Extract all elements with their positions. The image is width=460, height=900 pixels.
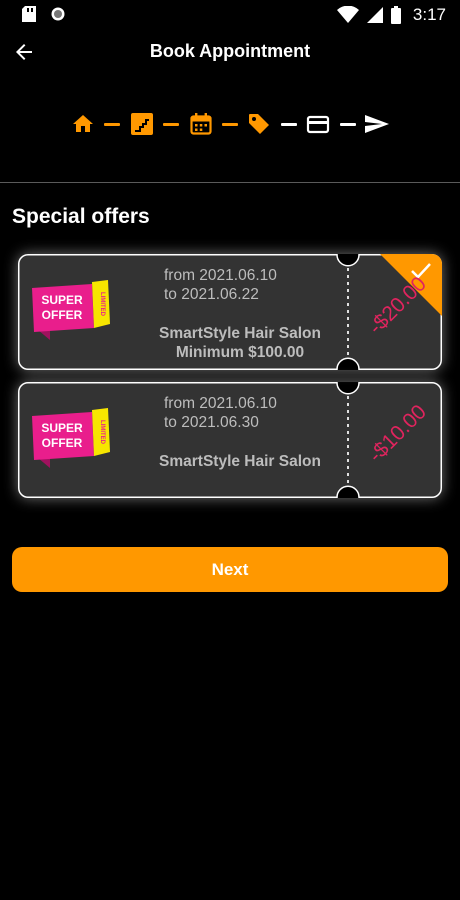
signal-icon <box>366 7 383 23</box>
offer-card[interactable]: SUPER OFFER LIMITED from 2021.06.10 to 2… <box>18 382 442 498</box>
offer-minimum: Minimum $100.00 <box>175 344 305 361</box>
offer-details: SmartStyle Hair Salon <box>126 452 354 471</box>
offer-to-date: to 2021.06.22 <box>164 286 259 303</box>
offer-details: SmartStyle Hair Salon Minimum $100.00 <box>126 324 354 362</box>
offer-to-date: to 2021.06.30 <box>164 414 259 431</box>
status-bar: 3:17 <box>0 0 460 30</box>
offer-dates: from 2021.06.10 to 2021.06.30 <box>164 394 277 432</box>
svg-text:SUPER: SUPER <box>41 421 83 435</box>
header-divider <box>0 182 460 183</box>
sd-card-icon <box>22 6 36 22</box>
offer-salon-name: SmartStyle Hair Salon <box>159 325 321 342</box>
wifi-icon <box>336 6 359 23</box>
svg-text:LIMITED: LIMITED <box>99 292 105 317</box>
home-icon[interactable] <box>71 112 95 136</box>
super-offer-badge: SUPER OFFER LIMITED <box>32 280 110 340</box>
step-connector <box>281 123 297 126</box>
step-connector <box>222 123 238 126</box>
svg-text:OFFER: OFFER <box>42 308 83 322</box>
step-connector <box>163 123 179 126</box>
status-time: 3:17 <box>412 5 446 24</box>
battery-icon <box>390 6 401 24</box>
credit-card-icon[interactable] <box>306 112 330 136</box>
stairs-icon[interactable] <box>130 112 154 136</box>
svg-text:LIMITED: LIMITED <box>99 420 105 445</box>
next-button[interactable]: Next <box>12 547 448 592</box>
offer-from-date: from 2021.06.10 <box>164 267 277 284</box>
svg-text:OFFER: OFFER <box>42 436 83 450</box>
step-connector <box>340 123 356 126</box>
super-offer-badge: SUPER OFFER LIMITED <box>32 408 110 468</box>
app-bar: Book Appointment <box>0 30 460 74</box>
tag-icon[interactable] <box>247 112 271 136</box>
page-title: Book Appointment <box>149 41 311 61</box>
calendar-icon[interactable] <box>189 112 213 136</box>
section-title: Special offers <box>12 205 150 228</box>
offer-from-date: from 2021.06.10 <box>164 395 277 412</box>
send-icon[interactable] <box>364 112 390 136</box>
booking-stepper <box>0 106 460 142</box>
offer-salon-name: SmartStyle Hair Salon <box>159 453 321 470</box>
svg-text:SUPER: SUPER <box>41 293 83 307</box>
offer-card[interactable]: SUPER OFFER LIMITED from 2021.06.10 to 2… <box>18 254 442 370</box>
step-connector <box>104 123 120 126</box>
record-icon <box>51 7 65 21</box>
offer-dates: from 2021.06.10 to 2021.06.22 <box>164 266 277 304</box>
